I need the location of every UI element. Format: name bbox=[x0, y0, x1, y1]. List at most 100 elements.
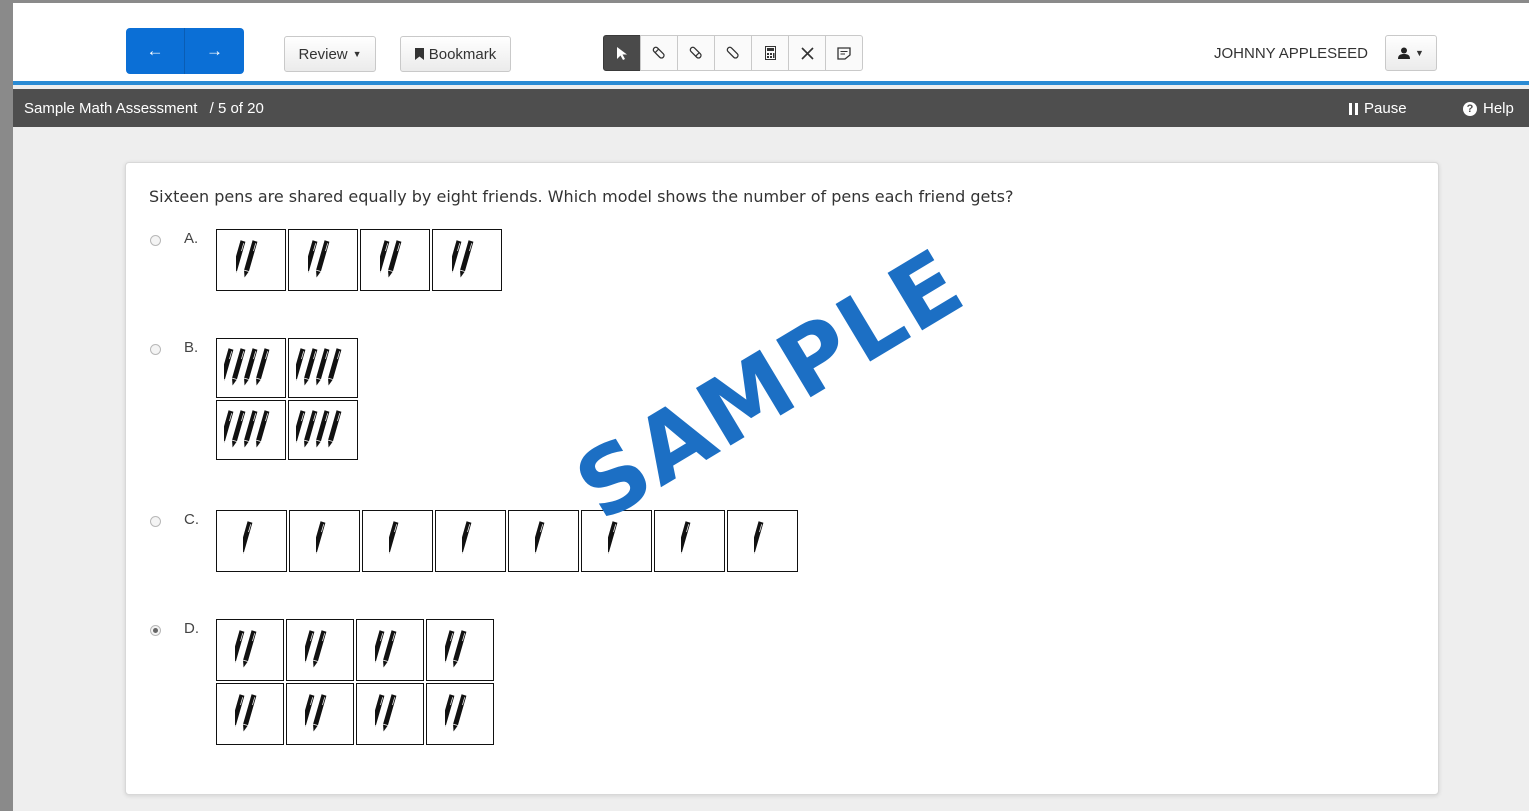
assessment-info-bar: Sample Math Assessment / 5 of 20 Pause ?… bbox=[13, 89, 1529, 127]
window-frame-left bbox=[0, 0, 13, 811]
pen-group-icon bbox=[461, 521, 471, 559]
pen-group-icon bbox=[305, 630, 327, 668]
answer-model[interactable] bbox=[216, 510, 798, 572]
pen-group-icon bbox=[235, 694, 257, 732]
pen-box bbox=[426, 619, 494, 681]
answer-model[interactable] bbox=[216, 619, 494, 745]
pointer-tool-button[interactable] bbox=[603, 35, 641, 71]
bookmark-icon bbox=[414, 48, 424, 60]
assessment-title: Sample Math Assessment bbox=[24, 100, 198, 117]
pen-box bbox=[288, 229, 358, 291]
pen-group-icon bbox=[753, 521, 763, 559]
pen-group-icon bbox=[242, 521, 252, 559]
pen-box bbox=[216, 683, 284, 745]
pen-group-icon bbox=[534, 521, 544, 559]
highlighter-tool-button[interactable] bbox=[640, 35, 678, 71]
pen-group-icon bbox=[308, 240, 330, 278]
help-label: Help bbox=[1483, 100, 1514, 117]
arrow-left-icon: ← bbox=[146, 41, 164, 60]
caret-down-icon: ▼ bbox=[1415, 48, 1424, 58]
pen-group-icon bbox=[296, 348, 342, 386]
model-row bbox=[216, 619, 494, 681]
pen-box bbox=[432, 229, 502, 291]
pen-box bbox=[508, 510, 579, 572]
tool-palette bbox=[603, 35, 863, 71]
pen-group-icon bbox=[305, 694, 327, 732]
top-toolbar: ← → Review ▼ Bookmark JOHNNY APPLESEED ▼ bbox=[13, 3, 1529, 85]
answer-letter: A. bbox=[184, 230, 199, 247]
pen-group-icon bbox=[452, 240, 474, 278]
answer-radio[interactable] bbox=[150, 344, 161, 355]
question-progress: 5 of 20 bbox=[217, 100, 264, 117]
pen-box bbox=[286, 619, 354, 681]
pen-group-icon bbox=[680, 521, 690, 559]
pen-box bbox=[654, 510, 725, 572]
calculator-icon bbox=[764, 46, 776, 60]
breadcrumb-separator: / bbox=[209, 100, 214, 117]
notepad-icon bbox=[837, 46, 851, 60]
caret-down-icon: ▼ bbox=[352, 49, 362, 59]
highlighter-icon bbox=[652, 46, 665, 59]
answer-letter: D. bbox=[184, 620, 199, 637]
pen-group-icon bbox=[380, 240, 402, 278]
bookmark-label: Bookmark bbox=[428, 45, 497, 63]
eraser-tool-button[interactable] bbox=[677, 35, 715, 71]
pen-group-icon bbox=[375, 630, 397, 668]
review-dropdown-button[interactable]: Review ▼ bbox=[284, 36, 376, 72]
line-reader-tool-button[interactable] bbox=[714, 35, 752, 71]
pen-box bbox=[435, 510, 506, 572]
help-icon: ? bbox=[1463, 101, 1477, 116]
bookmark-button[interactable]: Bookmark bbox=[400, 36, 511, 72]
marker-icon bbox=[726, 46, 739, 59]
pause-label: Pause bbox=[1364, 100, 1407, 117]
pointer-icon bbox=[617, 46, 627, 60]
pen-box bbox=[216, 619, 284, 681]
pen-box bbox=[426, 683, 494, 745]
pen-box bbox=[360, 229, 430, 291]
pen-box bbox=[288, 338, 358, 398]
pen-group-icon bbox=[296, 410, 342, 448]
arrow-right-icon: → bbox=[206, 41, 223, 60]
pen-group-icon bbox=[607, 521, 617, 559]
pen-box bbox=[286, 683, 354, 745]
answer-letter: C. bbox=[184, 511, 199, 528]
answer-model[interactable] bbox=[216, 229, 502, 291]
help-button[interactable]: ? Help bbox=[1463, 100, 1514, 117]
pen-group-icon bbox=[445, 630, 467, 668]
pen-box bbox=[216, 229, 286, 291]
strikethrough-tool-button[interactable] bbox=[788, 35, 826, 71]
question-text: Sixteen pens are shared equally by eight… bbox=[149, 187, 1014, 206]
model-row bbox=[216, 338, 358, 398]
pen-group-icon bbox=[235, 630, 257, 668]
user-name: JOHNNY APPLESEED bbox=[1214, 45, 1368, 62]
pause-icon bbox=[1349, 102, 1358, 115]
navigation-buttons: ← → bbox=[126, 28, 244, 74]
pen-box bbox=[727, 510, 798, 572]
pen-box bbox=[289, 510, 360, 572]
model-row bbox=[216, 683, 494, 745]
next-button[interactable]: → bbox=[185, 28, 244, 74]
back-button[interactable]: ← bbox=[126, 28, 185, 74]
pen-group-icon bbox=[375, 694, 397, 732]
model-row bbox=[216, 510, 798, 572]
user-icon bbox=[1398, 47, 1411, 59]
pen-box bbox=[216, 510, 287, 572]
user-menu-button[interactable]: ▼ bbox=[1385, 35, 1437, 71]
question-card: Sixteen pens are shared equally by eight… bbox=[125, 162, 1439, 795]
answer-radio[interactable] bbox=[150, 625, 161, 636]
notepad-tool-button[interactable] bbox=[825, 35, 863, 71]
pen-group-icon bbox=[224, 348, 270, 386]
eraser-icon bbox=[689, 46, 702, 59]
answer-radio[interactable] bbox=[150, 235, 161, 246]
answer-radio[interactable] bbox=[150, 516, 161, 527]
pen-box bbox=[581, 510, 652, 572]
pen-group-icon bbox=[315, 521, 325, 559]
pen-box bbox=[356, 619, 424, 681]
answer-letter: B. bbox=[184, 339, 199, 356]
answer-model[interactable] bbox=[216, 338, 358, 460]
pen-box bbox=[216, 338, 286, 398]
pen-box bbox=[216, 400, 286, 460]
calculator-tool-button[interactable] bbox=[751, 35, 789, 71]
pen-box bbox=[288, 400, 358, 460]
pause-button[interactable]: Pause bbox=[1349, 100, 1407, 117]
